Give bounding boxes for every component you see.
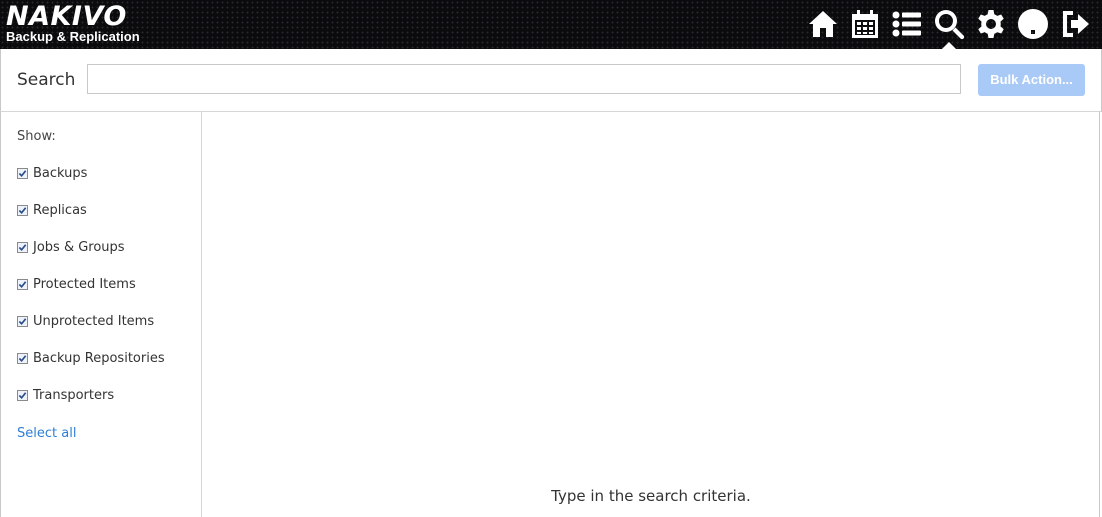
- logout-button[interactable]: [1054, 4, 1096, 44]
- filter-sidebar: Show: Backups Replicas Jobs & Groups Pro…: [0, 112, 202, 517]
- calendar-icon: [852, 10, 878, 38]
- search-results-area: Type in the search criteria.: [202, 112, 1100, 517]
- filter-unprotected-items[interactable]: Unprotected Items: [17, 313, 154, 329]
- search-bar: Search Bulk Action...: [0, 49, 1102, 112]
- checkmark-icon: [18, 280, 27, 288]
- help-icon: [1018, 9, 1048, 39]
- logo-title: NAKIVO: [6, 1, 127, 32]
- search-input[interactable]: [87, 64, 961, 94]
- home-icon: [809, 11, 837, 37]
- bulk-action-button[interactable]: Bulk Action...: [978, 64, 1085, 96]
- filter-protected-items[interactable]: Protected Items: [17, 276, 136, 292]
- checkbox-jobs-groups[interactable]: [17, 241, 28, 253]
- search-nav-button[interactable]: [928, 4, 970, 49]
- logo-subtitle: Backup & Replication: [6, 29, 140, 44]
- filter-label: Jobs & Groups: [33, 239, 125, 255]
- filter-transporters[interactable]: Transporters: [17, 387, 114, 403]
- search-label: Search: [17, 70, 76, 90]
- list-button[interactable]: [886, 4, 928, 44]
- gear-icon: [978, 10, 1004, 38]
- filter-replicas[interactable]: Replicas: [17, 202, 87, 218]
- show-label: Show:: [17, 129, 56, 144]
- empty-search-hint: Type in the search criteria.: [551, 487, 751, 505]
- checkmark-icon: [18, 243, 27, 251]
- checkmark-icon: [18, 169, 27, 177]
- filter-label: Backups: [33, 165, 88, 181]
- checkmark-icon: [18, 317, 27, 325]
- calendar-button[interactable]: [844, 4, 886, 44]
- checkmark-icon: [18, 391, 27, 399]
- main-nav: [802, 4, 1096, 49]
- checkbox-protected-items[interactable]: [17, 278, 28, 290]
- checkbox-replicas[interactable]: [17, 204, 28, 216]
- checkbox-backups[interactable]: [17, 167, 28, 179]
- filter-label: Replicas: [33, 202, 87, 218]
- filter-label: Backup Repositories: [33, 350, 165, 366]
- top-bar: NAKIVO Backup & Replication: [0, 0, 1102, 49]
- checkbox-backup-repositories[interactable]: [17, 352, 28, 364]
- select-all-link[interactable]: Select all: [17, 426, 76, 441]
- checkmark-icon: [18, 354, 27, 362]
- filter-label: Protected Items: [33, 276, 136, 292]
- home-button[interactable]: [802, 4, 844, 44]
- filter-label: Unprotected Items: [33, 313, 155, 329]
- filter-backups[interactable]: Backups: [17, 165, 87, 181]
- logout-icon: [1063, 11, 1089, 37]
- nakivo-logo[interactable]: NAKIVO Backup & Replication: [6, 3, 140, 44]
- help-button[interactable]: [1012, 4, 1054, 44]
- filter-backup-repositories[interactable]: Backup Repositories: [17, 350, 165, 366]
- checkmark-icon: [18, 206, 27, 214]
- checkbox-transporters[interactable]: [17, 389, 28, 401]
- filter-jobs-groups[interactable]: Jobs & Groups: [17, 239, 125, 255]
- settings-button[interactable]: [970, 4, 1012, 44]
- list-icon: [892, 11, 921, 37]
- checkbox-unprotected-items[interactable]: [17, 315, 28, 327]
- search-icon: [935, 10, 965, 40]
- filter-label: Transporters: [33, 387, 115, 403]
